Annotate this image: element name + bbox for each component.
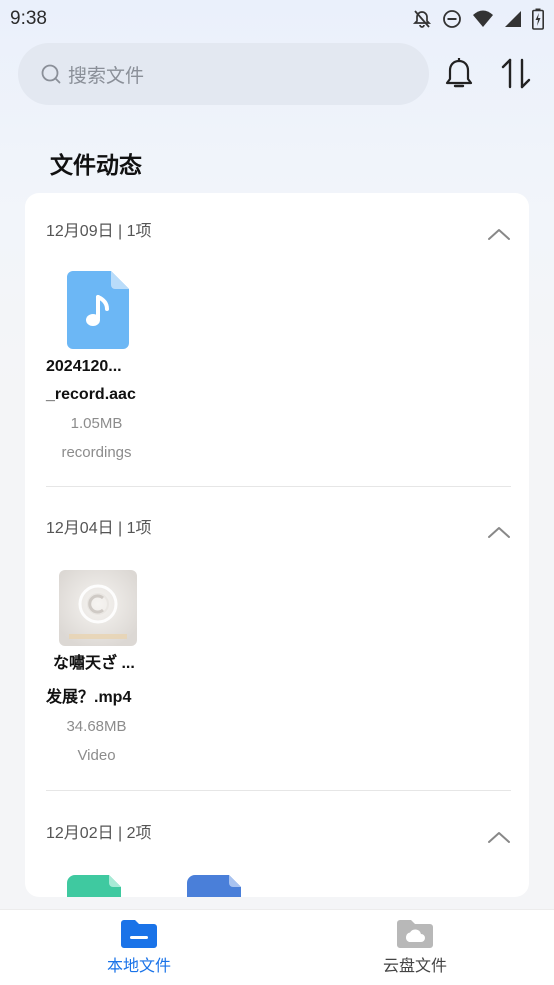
search-icon xyxy=(41,64,61,84)
tab-label: 云盘文件 xyxy=(382,956,447,975)
file-activity-card: 12月09日 | 1项 2024120... _record.aac 1.05M… xyxy=(25,193,529,897)
file-name-line1: な嘯天ざ ... xyxy=(53,655,135,672)
wifi-icon xyxy=(473,10,493,27)
sort-icon[interactable] xyxy=(500,57,532,91)
folder-icon xyxy=(121,920,157,948)
file-size: 1.05MB xyxy=(70,415,123,432)
tab-label: 本地文件 xyxy=(106,956,171,975)
top-toolbar: 搜索文件 xyxy=(18,43,538,105)
audio-file-icon xyxy=(67,271,129,349)
tab-cloud-files[interactable]: 云盘文件 xyxy=(355,918,475,976)
chevron-up-icon[interactable] xyxy=(487,227,511,241)
group-header: 12月02日 | 2项 xyxy=(46,825,152,842)
search-input[interactable]: 搜索文件 xyxy=(18,43,429,105)
cloud-folder-icon xyxy=(397,920,433,948)
file-name-line2: _record.aac xyxy=(46,386,136,403)
signal-icon xyxy=(505,11,521,27)
group-header: 12月09日 | 1项 xyxy=(46,223,152,240)
divider xyxy=(46,790,511,791)
chevron-up-icon[interactable] xyxy=(487,525,511,539)
search-placeholder: 搜索文件 xyxy=(68,64,145,87)
status-icons xyxy=(412,8,544,30)
file-name-line2: 发展？.mp4 xyxy=(46,689,132,706)
green-file-icon[interactable] xyxy=(67,875,121,897)
battery-charging-icon xyxy=(532,8,544,30)
file-name-line1: 2024120... xyxy=(46,358,122,375)
dnd-icon xyxy=(443,10,461,28)
notification-bell-icon[interactable] xyxy=(443,57,475,91)
chevron-up-icon[interactable] xyxy=(487,830,511,844)
blue-file-icon[interactable] xyxy=(187,875,241,897)
bell-off-icon xyxy=(412,10,432,28)
file-size: 34.68MB xyxy=(66,718,127,735)
group-header: 12月04日 | 1项 xyxy=(46,520,152,537)
file-folder: recordings xyxy=(61,444,132,461)
status-bar: 9:38 xyxy=(0,0,554,38)
file-item[interactable]: 2024120... _record.aac 1.05MB recordings xyxy=(43,271,153,467)
file-item[interactable]: な嘯天ざ ... 发展？.mp4 34.68MB Video xyxy=(43,570,153,770)
section-title: 文件动态 xyxy=(50,153,142,179)
divider xyxy=(46,486,511,487)
video-thumbnail xyxy=(59,570,137,646)
tab-local-files[interactable]: 本地文件 xyxy=(79,918,199,976)
file-folder: Video xyxy=(77,747,116,764)
status-time: 9:38 xyxy=(10,8,47,29)
bottom-navigation: 本地文件 云盘文件 xyxy=(0,909,554,985)
